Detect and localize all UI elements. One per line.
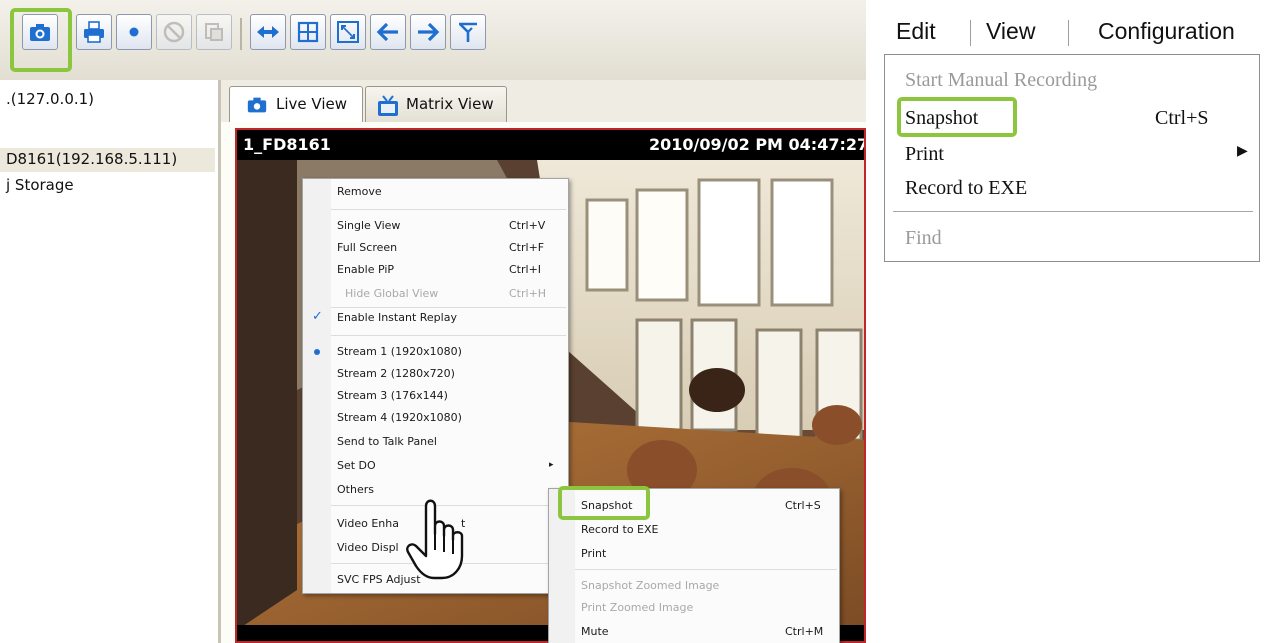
menu-item-enable-pip[interactable]: Enable PiP [337,263,394,276]
submenu-item-record-to-exe[interactable]: Record to EXE [581,523,658,536]
menu-shortcut: Ctrl+M [785,625,824,638]
menu-item-start-manual-recording[interactable]: Start Manual Recording [905,69,1097,92]
menu-item-video-display[interactable]: Video Displ [337,541,399,554]
menu-shortcut: Ctrl+S [1155,107,1209,129]
menu-gutter [303,179,331,593]
hand-pointer-icon [406,499,464,580]
prohibited-icon [163,21,185,43]
menu-shortcut: Ctrl+V [509,219,546,232]
record-button[interactable] [116,14,152,50]
menu-separator [331,209,566,210]
menu-item-stream-3[interactable]: Stream 3 (176x144) [337,389,448,402]
application-window: .(127.0.0.1) D8161(192.168.5.111) j Stor… [0,0,866,643]
camera-icon [30,24,50,41]
arrow-left-icon [376,22,398,42]
submenu-arrow-icon: ▶ [1237,144,1248,159]
menu-separator [575,569,837,570]
menu-item-send-to-talk-panel[interactable]: Send to Talk Panel [337,435,437,448]
tree-item-storage[interactable]: j Storage [6,176,74,194]
swap-button[interactable] [250,14,286,50]
menu-view[interactable]: View [986,18,1035,45]
submenu-item-print-zoomed[interactable]: Print Zoomed Image [581,601,693,614]
grid-layout-icon [297,21,319,43]
video-title-bar: 1_FD8161 2010/09/02 PM 04:47:27 [237,130,866,160]
back-button[interactable] [370,14,406,50]
video-timestamp: 2010/09/02 PM 04:47:27 [649,135,866,154]
snapshot-submenu-highlight [558,486,650,520]
menu-divider [1068,20,1069,46]
menu-item-others[interactable]: Others [337,483,374,496]
submenu-item-mute[interactable]: Mute [581,625,609,638]
menu-item-stream-4[interactable]: Stream 4 (1920x1080) [337,411,462,424]
snapshot-menu-highlight [897,97,1017,137]
submenu-item-print[interactable]: Print [581,547,606,560]
menu-divider [970,20,971,46]
toolbar [0,0,866,81]
menu-edit[interactable]: Edit [896,18,936,45]
swap-arrows-icon [257,26,279,38]
edit-dropdown-menu: Start Manual Recording Snapshot Ctrl+S P… [884,54,1260,262]
tab-live-view[interactable]: Live View [229,86,363,123]
tab-matrix-view[interactable]: Matrix View [365,86,507,122]
menu-item-print[interactable]: Print [905,143,944,166]
menu-shortcut: Ctrl+S [785,499,821,512]
menu-shortcut: Ctrl+I [509,263,542,276]
tab-label: Matrix View [406,95,494,113]
menu-separator [331,335,566,336]
submenu-arrow-icon: ▸ [549,460,554,470]
submenu-item-snapshot-zoomed[interactable]: Snapshot Zoomed Image [581,579,719,592]
menu-item-stream-2[interactable]: Stream 2 (1280x720) [337,367,455,380]
forward-button[interactable] [410,14,446,50]
menu-shortcut: Ctrl+H [509,287,547,300]
menu-separator [331,307,566,308]
fullscreen-button[interactable] [330,14,366,50]
device-tree: .(127.0.0.1) D8161(192.168.5.111) j Stor… [0,80,218,643]
menu-item-instant-replay[interactable]: Enable Instant Replay [337,311,457,324]
menu-separator [893,211,1253,212]
print-button[interactable] [76,14,112,50]
tab-label: Live View [276,95,347,113]
menu-item-hide-global-view[interactable]: Hide Global View [345,287,438,300]
fullscreen-icon [337,21,359,43]
return-arrow-icon [459,22,477,42]
menu-item-find[interactable]: Find [905,227,942,250]
menu-item-remove[interactable]: Remove [337,185,382,198]
menu-item-full-screen[interactable]: Full Screen [337,241,397,254]
camera-icon [247,97,267,113]
menu-item-record-to-exe[interactable]: Record to EXE [905,177,1027,200]
stop-button[interactable] [156,14,192,50]
tv-icon [378,95,398,116]
checkmark-icon: ✓ [312,309,323,324]
radio-dot-icon [314,349,320,355]
menu-configuration[interactable]: Configuration [1098,18,1235,45]
toolbar-separator [240,18,242,50]
menu-item-stream-1[interactable]: Stream 1 (1920x1080) [337,345,462,358]
tree-item-localhost[interactable]: .(127.0.0.1) [6,90,94,108]
export-button[interactable] [196,14,232,50]
snapshot-button[interactable] [22,14,58,50]
menu-item-video-enhancement[interactable]: Video Enha [337,517,399,530]
return-button[interactable] [450,14,486,50]
menu-shortcut: Ctrl+F [509,241,545,254]
printer-icon [84,21,104,43]
record-dot-icon [129,27,139,37]
menu-item-set-do[interactable]: Set DO [337,459,376,472]
camera-name: 1_FD8161 [243,135,331,154]
menu-item-single-view[interactable]: Single View [337,219,400,232]
export-icon [205,23,223,41]
menu-bar: Edit View Configuration [884,8,1260,55]
tree-item-camera[interactable]: D8161(192.168.5.111) [6,150,177,168]
layout-button[interactable] [290,14,326,50]
arrow-right-icon [418,22,440,42]
